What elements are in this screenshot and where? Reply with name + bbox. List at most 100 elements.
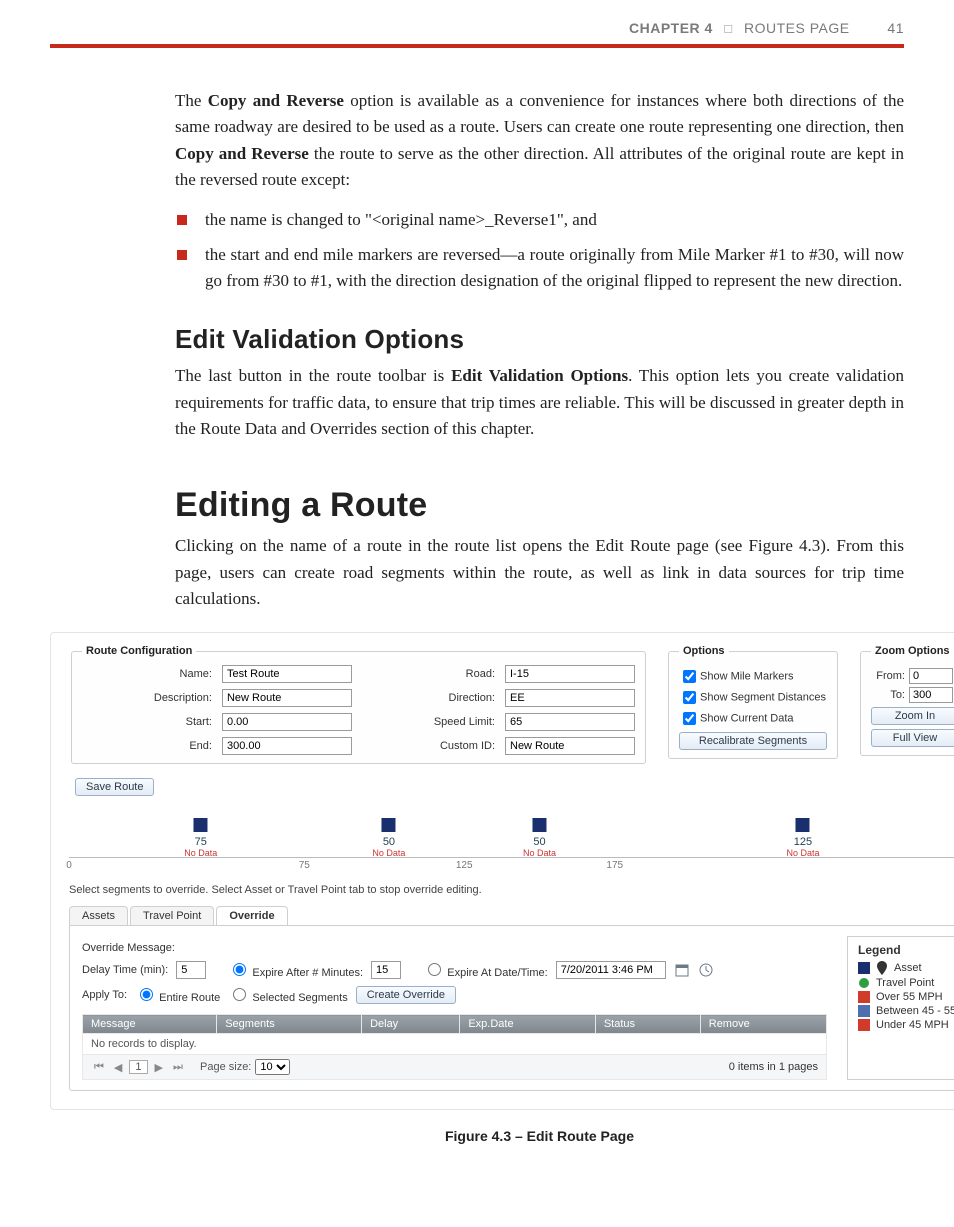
segment-marker[interactable]: 125No Data (786, 818, 819, 858)
full-view-button[interactable]: Full View (871, 729, 954, 747)
tabs: Assets Travel Point Override (69, 906, 954, 925)
segment-status: No Data (786, 848, 819, 858)
apply-entire-radio[interactable] (140, 988, 153, 1001)
zoom-from-input[interactable] (909, 668, 953, 684)
legend-title: Legend (858, 943, 954, 957)
header-section: ROUTES PAGE (744, 20, 850, 36)
save-route-button[interactable]: Save Route (75, 778, 154, 796)
axis-tick-label: 125 (456, 860, 473, 871)
pager-first-icon[interactable]: ⏮ (91, 1061, 107, 1074)
figure-caption: Figure 4.3 – Edit Route Page (175, 1128, 904, 1144)
segment-marker[interactable]: 50No Data (523, 818, 556, 858)
legend-label: Under 45 MPH (876, 1019, 949, 1031)
expire-after-minutes-option[interactable]: Expire After # Minutes: (228, 960, 363, 979)
road-input[interactable] (505, 665, 635, 683)
calendar-icon[interactable] (674, 962, 690, 978)
expire-at-date-input[interactable] (556, 961, 666, 979)
exceptions-list: the name is changed to "<original name>_… (175, 207, 904, 294)
legend-item: Travel Point (858, 977, 954, 989)
page-size-select[interactable]: 10 (255, 1059, 290, 1075)
overrides-grid: MessageSegmentsDelayExp.DateStatusRemove… (82, 1014, 827, 1055)
create-override-button[interactable]: Create Override (356, 986, 456, 1004)
custom-id-input[interactable] (505, 737, 635, 755)
zoom-from-label: From: (871, 670, 905, 682)
grid-column-header[interactable]: Segments (217, 1015, 362, 1034)
segment-marker[interactable]: 50No Data (372, 818, 405, 858)
color-swatch-icon (858, 991, 870, 1003)
speed-limit-input[interactable] (505, 713, 635, 731)
override-hint: Select segments to override. Select Asse… (69, 884, 954, 896)
segment-status: No Data (372, 848, 405, 858)
options-panel: Options Show Mile Markers Show Segment D… (668, 645, 838, 759)
description-label: Description: (82, 692, 212, 704)
speed-limit-label: Speed Limit: (362, 716, 495, 728)
expire-after-minutes-radio[interactable] (233, 963, 246, 976)
grid-column-header[interactable]: Message (83, 1015, 217, 1034)
segment-box-icon (382, 818, 396, 832)
asset-icon (858, 962, 870, 974)
show-mile-markers-option[interactable]: Show Mile Markers (679, 667, 827, 686)
direction-input[interactable] (505, 689, 635, 707)
expire-at-date-radio[interactable] (428, 963, 441, 976)
clock-icon[interactable] (698, 962, 714, 978)
axis-tick-label: 175 (606, 860, 623, 871)
segment-length: 50 (372, 836, 405, 848)
custom-id-label: Custom ID: (362, 740, 495, 752)
legend-label: Asset (894, 962, 922, 974)
figure-screenshot: Route Configuration Name: Road: Descript… (50, 632, 954, 1110)
show-current-data-checkbox[interactable] (683, 712, 696, 725)
pager-current: 1 (129, 1060, 147, 1074)
grid-column-header[interactable]: Status (595, 1015, 700, 1034)
section-heading-edit-validation: Edit Validation Options (175, 324, 904, 355)
grid-column-header[interactable]: Exp.Date (460, 1015, 596, 1034)
show-segment-distances-checkbox[interactable] (683, 691, 696, 704)
segment-marker[interactable]: 75No Data (184, 818, 217, 858)
zoom-to-label: To: (871, 689, 905, 701)
apply-selected-option[interactable]: Selected Segments (228, 985, 347, 1004)
direction-label: Direction: (362, 692, 495, 704)
legend-label: Over 55 MPH (876, 991, 943, 1003)
tab-assets[interactable]: Assets (69, 906, 128, 925)
axis-labels: 075125175300 (69, 860, 954, 874)
segment-status: No Data (184, 848, 217, 858)
edit-validation-paragraph: The last button in the route toolbar is … (175, 363, 904, 442)
recalibrate-segments-button[interactable]: Recalibrate Segments (679, 732, 827, 750)
show-segment-distances-option[interactable]: Show Segment Distances (679, 688, 827, 707)
zoom-options-panel: Zoom Options From: To: Zoom In Full View (860, 645, 954, 756)
delay-time-input[interactable] (176, 961, 206, 979)
page-number: 41 (872, 20, 904, 36)
description-input[interactable] (222, 689, 352, 707)
show-current-data-option[interactable]: Show Current Data (679, 709, 827, 728)
tab-override[interactable]: Override (216, 906, 287, 925)
zoom-to-input[interactable] (909, 687, 953, 703)
pager-next-icon[interactable]: ▶ (152, 1061, 166, 1074)
apply-selected-radio[interactable] (233, 988, 246, 1001)
show-mile-markers-checkbox[interactable] (683, 670, 696, 683)
segment-strip[interactable]: 75No Data50No Data50No Data125No Data (69, 814, 954, 858)
axis-tick-label: 0 (66, 860, 72, 871)
pager-prev-icon[interactable]: ◀ (111, 1061, 125, 1074)
segment-length: 75 (184, 836, 217, 848)
pager-last-icon[interactable]: ⏭ (170, 1061, 186, 1074)
expire-after-minutes-input[interactable] (371, 961, 401, 979)
zoom-options-legend: Zoom Options (871, 645, 954, 657)
start-label: Start: (82, 716, 212, 728)
grid-summary: 0 items in 1 pages (729, 1061, 818, 1073)
zoom-in-button[interactable]: Zoom In (871, 707, 954, 725)
grid-column-header[interactable]: Remove (700, 1015, 826, 1034)
axis-tick-label: 75 (299, 860, 310, 871)
editing-route-paragraph: Clicking on the name of a route in the r… (175, 533, 904, 612)
tab-travel-point[interactable]: Travel Point (130, 906, 214, 925)
apply-to-label: Apply To: (82, 989, 127, 1001)
start-input[interactable] (222, 713, 352, 731)
legend-label: Between 45 - 55 MPH (876, 1005, 954, 1017)
end-input[interactable] (222, 737, 352, 755)
legend-item: Under 45 MPH (858, 1019, 954, 1031)
header-separator-icon: ☐ (723, 23, 733, 36)
name-input[interactable] (222, 665, 352, 683)
grid-column-header[interactable]: Delay (362, 1015, 460, 1034)
expire-at-date-option[interactable]: Expire At Date/Time: (423, 960, 548, 979)
legend-item: Over 55 MPH (858, 991, 954, 1003)
intro-paragraph: The Copy and Reverse option is available… (175, 88, 904, 193)
apply-entire-option[interactable]: Entire Route (135, 985, 220, 1004)
